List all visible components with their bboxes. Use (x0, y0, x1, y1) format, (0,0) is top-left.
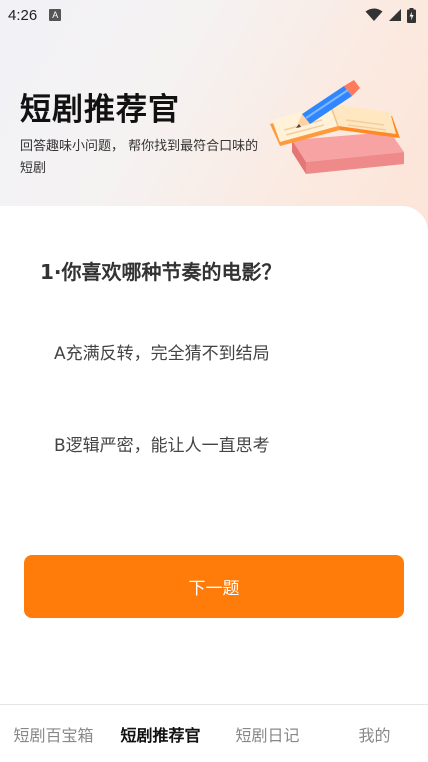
battery-charging-icon (407, 7, 416, 23)
option-a[interactable]: A充满反转，完全猜不到结局 (54, 339, 270, 364)
book-pencil-illustration (270, 80, 404, 174)
signal-icon (389, 9, 401, 21)
status-icons (365, 7, 416, 23)
notification-a-icon: A (49, 9, 62, 21)
page-title: 短剧推荐官 (20, 92, 180, 128)
status-bar: 4:26 A (0, 0, 428, 30)
tab-mine[interactable]: 我的 (321, 722, 428, 746)
tab-drama-recommender[interactable]: 短剧推荐官 (107, 722, 214, 746)
quiz-question: 1·你喜欢哪种节奏的电影？ (40, 260, 282, 284)
bottom-tab-bar: 短剧百宝箱 短剧推荐官 短剧日记 我的 (0, 704, 428, 762)
status-time: 4:26 (8, 6, 38, 24)
wifi-icon (365, 8, 383, 21)
next-question-button[interactable]: 下一题 (24, 555, 404, 618)
tab-drama-diary[interactable]: 短剧日记 (214, 722, 321, 746)
tab-drama-toolbox[interactable]: 短剧百宝箱 (0, 722, 107, 746)
option-b[interactable]: B逻辑严密，能让人一直思考 (54, 431, 270, 456)
page-subtitle: 回答趣味小问题， 帮你找到最符合口味的短剧 (20, 139, 259, 176)
